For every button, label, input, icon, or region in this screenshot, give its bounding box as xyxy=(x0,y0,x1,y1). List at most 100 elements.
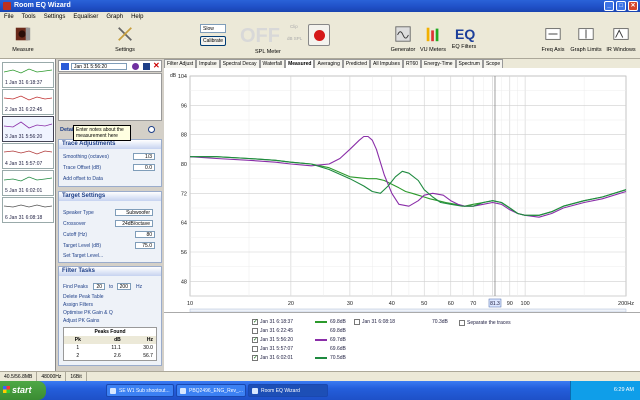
graph-limits-button[interactable]: Graph Limits xyxy=(570,24,602,54)
peaks-header-row: Pk dB Hz xyxy=(64,336,156,344)
start-button[interactable]: start xyxy=(0,381,46,400)
speed-select[interactable]: Slow xyxy=(200,24,226,33)
legend-label: Jan 31 5:56:20 xyxy=(260,337,294,343)
measurement-label: 2 Jan 31 6:22:45 xyxy=(5,107,43,113)
calibrate-button[interactable]: Calibrate xyxy=(200,36,226,46)
trace-offset-field[interactable]: 0.0 xyxy=(133,164,155,171)
peaks-from-field[interactable]: 20 xyxy=(93,283,105,290)
tab-energy-time[interactable]: Energy-Time xyxy=(421,59,456,68)
menu-file[interactable]: File xyxy=(0,12,18,22)
tab-averaging[interactable]: Averaging xyxy=(314,59,343,68)
legend-entry[interactable]: Jan 31 6:18:37 69.8dB xyxy=(252,318,346,326)
measurement-item[interactable]: 3 Jan 31 5:56:20 xyxy=(2,116,54,142)
status-bar: 40.5/56.8MB 48000Hz 16Bit xyxy=(0,371,640,382)
save-icon[interactable] xyxy=(143,63,150,70)
legend-entry[interactable]: Jan 31 6:08:18 70.3dB xyxy=(354,318,448,326)
trace-checkbox[interactable] xyxy=(252,354,258,361)
measurement-item[interactable]: 6 Jan 31 6:08:18 xyxy=(2,197,54,223)
ir-windows-button[interactable]: IR Windows xyxy=(604,24,638,54)
taskbar-item[interactable]: SE W1 Sub shootout... xyxy=(106,384,174,397)
eq-filters-button[interactable]: EQ EQ Filters xyxy=(449,24,479,51)
collapse-details-icon[interactable] xyxy=(148,126,155,133)
add-offset-link[interactable]: Add offset to Data xyxy=(63,176,103,182)
menu-tools[interactable]: Tools xyxy=(18,12,40,22)
target-level-label: Target Level (dB) xyxy=(63,243,102,249)
notes-area[interactable] xyxy=(58,73,162,121)
menu-settings[interactable]: Settings xyxy=(40,12,70,22)
generator-label: Generator xyxy=(390,47,416,53)
trace-checkbox[interactable] xyxy=(354,318,360,325)
separate-traces-option[interactable]: Separate the traces xyxy=(459,319,511,327)
measurement-item[interactable]: 4 Jan 31 5:57:07 xyxy=(2,143,54,169)
measurement-name-field[interactable]: Jan 31 5:56:20 xyxy=(71,63,127,70)
table-row[interactable]: 1 11.1 30.0 xyxy=(64,344,156,352)
separate-traces-checkbox[interactable] xyxy=(459,319,465,326)
window-title: Room EQ Wizard xyxy=(14,2,71,9)
spl-record-button[interactable] xyxy=(308,24,330,46)
tab-impulse[interactable]: Impulse xyxy=(196,59,220,68)
taskbar-item[interactable]: PBQ2496_ENG_Rev_... xyxy=(176,384,246,397)
delete-icon[interactable]: ✕ xyxy=(153,61,160,70)
measurement-item[interactable]: 2 Jan 31 6:22:45 xyxy=(2,89,54,115)
thumbnail-trace xyxy=(3,68,53,74)
legend-entry[interactable]: Jan 31 6:22:45 69.8dB xyxy=(252,327,346,335)
target-level-field[interactable]: 75.0 xyxy=(135,242,155,249)
taskbar: start SE W1 Sub shootout... PBQ2496_ENG_… xyxy=(0,381,640,400)
measurement-icon xyxy=(61,63,69,70)
menu-help[interactable]: Help xyxy=(127,12,147,22)
taskbar-item[interactable]: Room EQ Wizard xyxy=(248,384,328,397)
generator-button[interactable]: Generator xyxy=(389,24,417,54)
menu-equaliser[interactable]: Equaliser xyxy=(69,12,102,22)
freq-axis-button[interactable]: Freq Axis xyxy=(538,24,568,54)
tab-waterfall[interactable]: Waterfall xyxy=(259,59,286,68)
peaks-table: Peaks Found Pk dB Hz 1 11.1 30.0 2 2.6 56.7 xyxy=(63,327,157,361)
measurement-label: 4 Jan 31 5:57:07 xyxy=(5,161,43,167)
color-icon[interactable] xyxy=(132,63,139,70)
clip-label: Clip xyxy=(290,24,298,29)
y-tick-label: 88 xyxy=(181,133,187,139)
optimise-gain-link[interactable]: Optimise PK Gain & Q xyxy=(63,310,113,316)
peaks-to-field[interactable]: 200 xyxy=(117,283,131,290)
trace-checkbox[interactable] xyxy=(252,318,258,325)
trace-checkbox[interactable] xyxy=(252,336,258,343)
tab-predicted[interactable]: Predicted xyxy=(342,59,370,68)
y-tick-label: 104 xyxy=(178,74,187,80)
trace-checkbox[interactable] xyxy=(252,327,258,334)
tab-scope[interactable]: Scope xyxy=(482,59,504,68)
table-row[interactable]: 2 2.6 56.7 xyxy=(64,352,156,360)
tab-rt60[interactable]: RT60 xyxy=(402,59,422,68)
thumbnail-trace xyxy=(3,204,53,208)
menu-graph[interactable]: Graph xyxy=(102,12,127,22)
measurement-item[interactable]: 5 Jan 31 6:02:01 xyxy=(2,170,54,196)
legend-entry[interactable]: Jan 31 5:56:20 69.7dB xyxy=(252,336,346,344)
delete-peak-table-link[interactable]: Delete Peak Table xyxy=(63,294,104,300)
cutoff-field[interactable]: 80 xyxy=(135,231,155,238)
speaker-type-select[interactable]: Subwoofer xyxy=(115,209,153,216)
spl-chart[interactable]: 102030405060708090100200Hz10496888072645… xyxy=(164,68,640,312)
close-button[interactable]: ✕ xyxy=(628,1,638,11)
assign-filters-link[interactable]: Assign Filters xyxy=(63,302,93,308)
plot-frame xyxy=(189,75,627,297)
crossover-select[interactable]: 24dB/octave xyxy=(115,220,153,227)
set-target-level-link[interactable]: Set Target Level... xyxy=(63,253,103,259)
vu-meters-button[interactable]: VU Meters xyxy=(419,24,447,54)
settings-button[interactable]: Settings xyxy=(110,24,140,54)
x-tick-label: 90 xyxy=(507,301,513,307)
find-peaks-link[interactable]: Find Peaks xyxy=(63,284,88,290)
tab-filter-adjust[interactable]: Filter Adjust xyxy=(164,59,197,68)
tab-spectral-decay[interactable]: Spectral Decay xyxy=(219,59,260,68)
legend-entry[interactable]: Jan 31 6:02:01 70.5dB xyxy=(252,354,346,362)
maximize-button[interactable]: □ xyxy=(616,1,626,11)
adjust-gains-link[interactable]: Adjust PK Gains xyxy=(63,318,99,324)
measure-button[interactable]: Measure xyxy=(6,24,40,54)
smoothing-select[interactable]: 1/3 xyxy=(133,153,155,160)
minimize-button[interactable]: _ xyxy=(604,1,614,11)
tab-all-impulses[interactable]: All Impulses xyxy=(370,59,403,68)
crossover-label: Crossover xyxy=(63,221,86,227)
legend-entry[interactable]: Jan 31 5:57:07 69.6dB xyxy=(252,345,346,353)
trace-checkbox[interactable] xyxy=(252,345,258,352)
tab-measured[interactable]: Measured xyxy=(285,59,315,68)
eq-icon: EQ xyxy=(455,26,476,42)
tab-spectrum[interactable]: Spectrum xyxy=(455,59,483,68)
measurement-item[interactable]: 1 Jan 31 6:18:37 xyxy=(2,62,54,88)
